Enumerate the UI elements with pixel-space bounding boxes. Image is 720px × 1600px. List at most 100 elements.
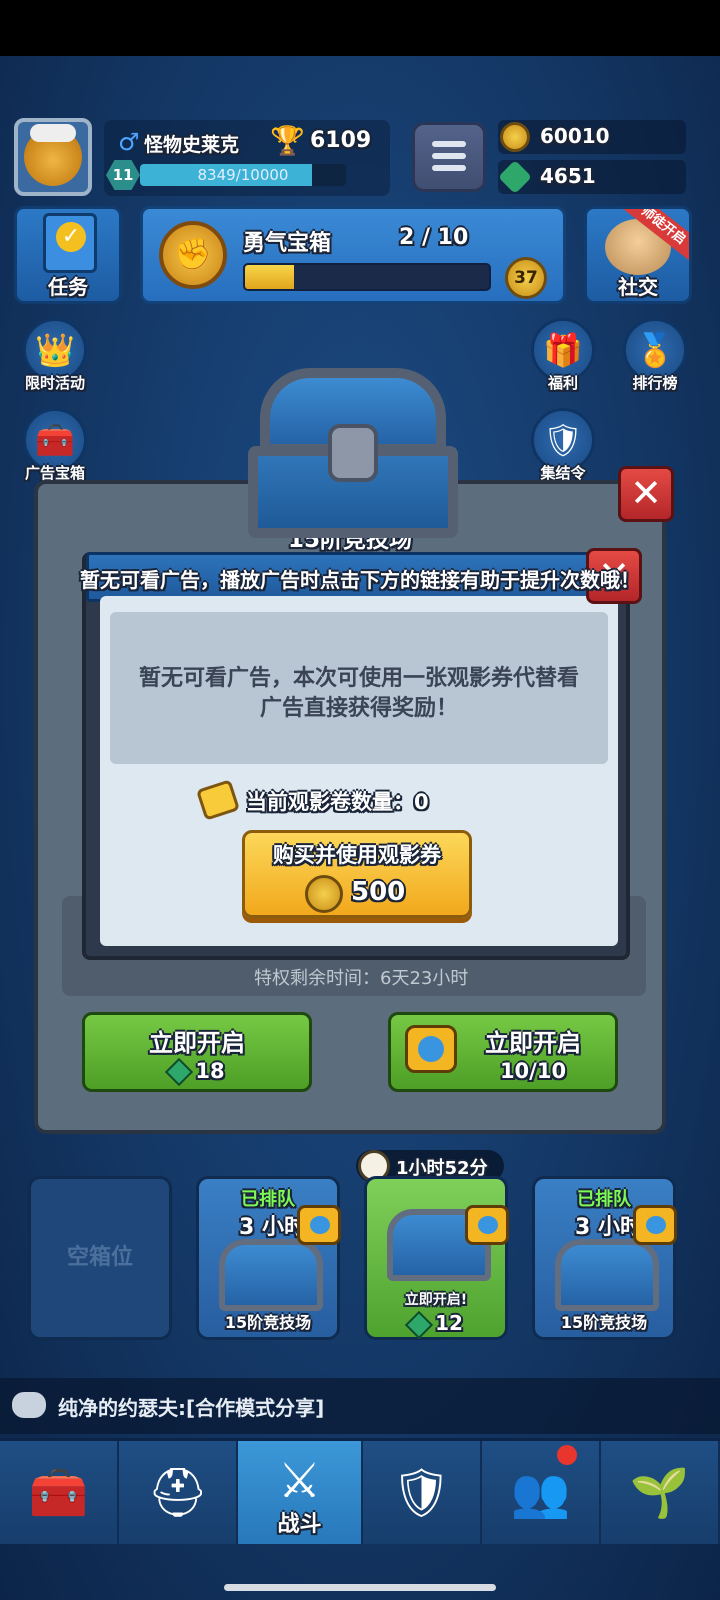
ad-chest-button[interactable]: 🧰 广告宝箱 (18, 408, 92, 483)
arena-chest-image (248, 368, 458, 538)
leaderboard-label: 排行榜 (632, 374, 678, 392)
xp-text: 8349/10000 (197, 166, 289, 184)
open-with-gems-button[interactable]: 立即开启 18 (82, 1012, 312, 1092)
ad-count: 10/10 (499, 1059, 567, 1083)
treasure-chest-icon: 🧰 (28, 1465, 89, 1521)
slot-gem-cost-value: 12 (435, 1311, 463, 1335)
nav-battle[interactable]: ⚔ 战斗 (238, 1441, 363, 1544)
notification-dot (557, 1445, 577, 1465)
brave-chest-title: 勇气宝箱 (243, 231, 332, 256)
trophy-icon: 🏆 (270, 124, 305, 157)
buy-ticket-label: 购买并使用观影券 (273, 843, 441, 867)
buy-ticket-price: 500 (351, 877, 406, 907)
crown-shield-icon: 🛡 (390, 1465, 452, 1521)
gem-cost: 18 (85, 1057, 309, 1087)
chest-icon (219, 1239, 323, 1311)
slot-gem-cost: 12 (367, 1310, 505, 1339)
player-avatar[interactable] (14, 118, 92, 196)
hamburger-line (432, 165, 466, 171)
gem-panel[interactable]: 4651 (498, 160, 686, 194)
ticket-modal: 暂无可看广告，本次可使用一张观影券代替看广告直接获得奖励！ 当前观影卷数量：0 … (82, 552, 630, 960)
brave-chest-coin-badge: 37 (505, 257, 547, 299)
gem-icon (498, 160, 532, 194)
modal-message-box: 暂无可看广告，本次可使用一张观影券代替看广告直接获得奖励！ (110, 612, 608, 764)
open-with-ad-button[interactable]: 立即开启 10/10 (388, 1012, 618, 1092)
ad-open-label: 立即开启 (485, 1029, 581, 1057)
modal-body: 暂无可看广告，本次可使用一张观影券代替看广告直接获得奖励！ 当前观影卷数量：0 … (100, 596, 618, 946)
group-banner-icon: 👥 (510, 1465, 571, 1521)
social-button[interactable]: 师徒开启 社交 (584, 206, 692, 304)
coin-count: 60010 (540, 124, 610, 148)
trophy-count: 6109 (310, 128, 372, 153)
tv-icon (465, 1205, 509, 1245)
coin-icon (305, 875, 343, 913)
tasks-button[interactable]: 任务 (14, 206, 122, 304)
ticket-icon (195, 779, 241, 821)
no-ad-toast: 暂无可看广告，播放广告时点击下方的链接有助于提升次数哦！ (80, 568, 640, 592)
crossed-swords-icon: ⚔ (277, 1452, 322, 1509)
chest-slot-empty[interactable]: 空箱位 (28, 1176, 172, 1340)
knight-helmet-icon: ⛑ (147, 1465, 209, 1521)
brave-chest-count: 2 / 10 (399, 225, 469, 250)
tv-icon (633, 1205, 677, 1245)
nav-shop[interactable]: 🧰 (0, 1441, 120, 1544)
empty-slot-label: 空箱位 (66, 1245, 133, 1270)
welfare-label: 福利 (547, 374, 578, 392)
chat-bar[interactable]: 纯净的约瑟夫:[合作模式分享] (0, 1378, 720, 1434)
sprout-icon: 🌱 (629, 1465, 690, 1521)
coin-panel[interactable]: 60010 (498, 120, 686, 154)
bottom-nav: 🧰 ⛑ ⚔ 战斗 🛡 👥 🌱 (0, 1438, 720, 1544)
open-now-label: 立即开启! (404, 1292, 468, 1308)
chat-bubble-icon (12, 1392, 46, 1418)
unlock-hours: 3 小时 (239, 1215, 306, 1240)
rally-button[interactable]: 🛡 集结令 (526, 408, 600, 483)
chest-icon (555, 1239, 659, 1311)
home-indicator[interactable] (224, 1584, 496, 1591)
gem-icon (404, 1310, 434, 1339)
nav-heroes[interactable]: ⛑ (119, 1441, 239, 1544)
chest-slot-unlocking[interactable]: 立即开启! 12 (364, 1176, 509, 1340)
chest-slot-queued[interactable]: 已排队 3 小时 15阶竞技场 (196, 1176, 341, 1340)
brave-chest-progress[interactable]: ✊ 勇气宝箱 2 / 10 37 (140, 206, 566, 304)
hamburger-line (432, 153, 466, 159)
slot-arena-label: 15阶竞技场 (560, 1313, 648, 1332)
gem-icon (165, 1057, 194, 1087)
gem-cost-value: 18 (195, 1059, 225, 1083)
limited-event-button[interactable]: 👑 限时活动 (18, 318, 92, 393)
welfare-button[interactable]: 🎁 福利 (526, 318, 600, 393)
ticket-count: 当前观影卷数量：0 (246, 790, 429, 814)
panel-close-button[interactable]: ✕ (618, 466, 674, 522)
open-now-label: 立即开启 (149, 1029, 245, 1057)
gem-count: 4651 (540, 164, 596, 188)
leaderboard-button[interactable]: 🏅 排行榜 (618, 318, 692, 393)
nav-social[interactable]: 👥 (482, 1441, 601, 1544)
brave-chest-bar-fill (245, 265, 294, 289)
tv-icon (297, 1205, 341, 1245)
xp-bar: 8349/10000 (140, 164, 346, 186)
limited-event-label: 限时活动 (24, 374, 85, 392)
unlock-hours: 3 小时 (575, 1215, 642, 1240)
buy-ticket-button[interactable]: 购买并使用观影券 500 (242, 830, 472, 918)
task-book-icon (43, 213, 97, 273)
battle-label: 战斗 (277, 1512, 322, 1537)
chest-slot-queued[interactable]: 已排队 3 小时 15阶竞技场 (532, 1176, 677, 1340)
hamburger-icon (432, 141, 466, 147)
social-label: 社交 (618, 275, 658, 299)
slot-arena-label: 15阶竞技场 (224, 1313, 312, 1332)
male-icon: ♂ (118, 128, 140, 156)
avatar-portrait (24, 124, 82, 186)
player-name: 怪物史莱克 (144, 134, 240, 156)
modal-message: 暂无可看广告，本次可使用一张观影券代替看广告直接获得奖励！ (138, 666, 579, 721)
chest-lock-icon (328, 424, 378, 482)
fist-badge-icon: ✊ (159, 221, 227, 289)
privilege-time: 特权剩余时间：6天23小时 (254, 968, 469, 989)
level-badge: 11 (106, 160, 140, 190)
coin-icon (500, 122, 530, 152)
tasks-label: 任务 (48, 275, 88, 299)
chat-message: 纯净的约瑟夫:[合作模式分享] (58, 1396, 325, 1420)
brave-chest-bar (243, 263, 491, 291)
nav-guild[interactable]: 🛡 (363, 1441, 482, 1544)
menu-button[interactable] (412, 122, 486, 192)
nav-garden[interactable]: 🌱 (601, 1441, 720, 1544)
player-info-panel: ♂ 怪物史莱克 🏆 6109 11 8349/10000 (104, 120, 390, 196)
